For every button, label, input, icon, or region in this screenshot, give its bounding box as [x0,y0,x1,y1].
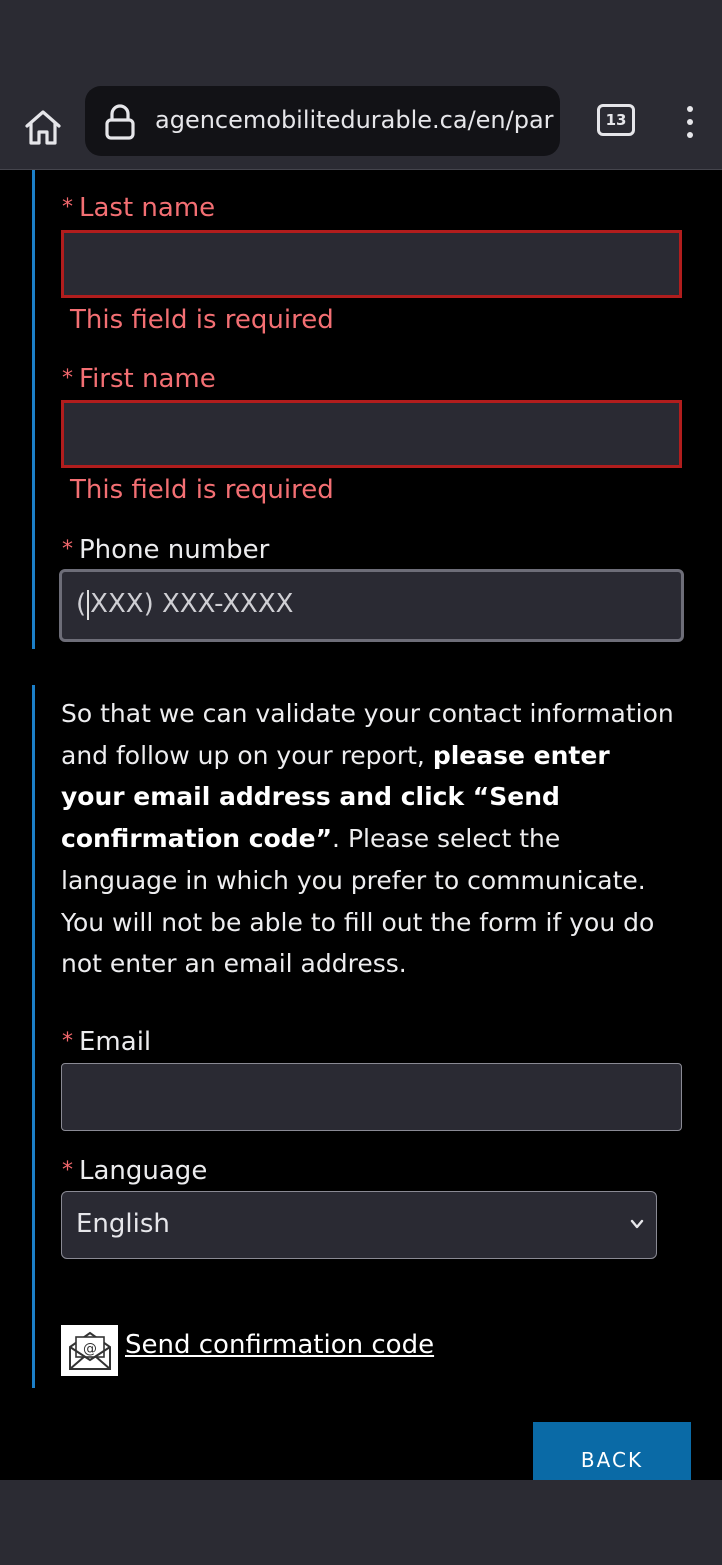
section-accent-line [32,170,35,649]
url-text: agencemobilitedurable.ca/en/parki [155,106,555,134]
back-button[interactable]: BACK [533,1422,691,1482]
language-label: * Language [62,1156,208,1186]
text-caret [87,589,90,620]
chevron-down-icon [630,1219,644,1229]
tab-switcher-button[interactable]: 13 [597,104,635,136]
phone-input[interactable]: (XXX) XXX-XXXX [59,569,684,642]
status-bar [0,0,722,86]
email-label: * Email [62,1027,152,1057]
browser-toolbar: agencemobilitedurable.ca/en/parki 13 [0,86,722,170]
system-navigation-bar [0,1480,722,1565]
svg-text:@: @ [83,1341,97,1357]
last-name-error: This field is required [70,305,334,335]
first-name-label: * First name [62,364,216,394]
tab-count: 13 [605,111,627,129]
address-bar[interactable]: agencemobilitedurable.ca/en/parki [85,86,560,156]
email-instructions: So that we can validate your contact inf… [61,699,674,979]
first-name-error: This field is required [70,475,334,505]
email-input[interactable] [61,1063,682,1131]
phone-label: * Phone number [62,535,270,565]
language-selected-value: English [76,1209,170,1239]
last-name-label: * Last name [62,193,216,223]
email-envelope-icon[interactable]: @ [61,1325,118,1376]
phone-placeholder: (XXX) XXX-XXXX [76,589,294,620]
section-accent-line [32,685,35,1388]
language-select[interactable]: English [61,1191,657,1259]
lock-icon [103,104,137,140]
first-name-input[interactable] [61,400,682,468]
send-confirmation-code-link[interactable]: Send confirmation code [125,1330,434,1360]
last-name-input[interactable] [61,230,682,298]
overflow-menu-icon[interactable] [672,102,708,142]
home-icon[interactable] [18,102,68,152]
